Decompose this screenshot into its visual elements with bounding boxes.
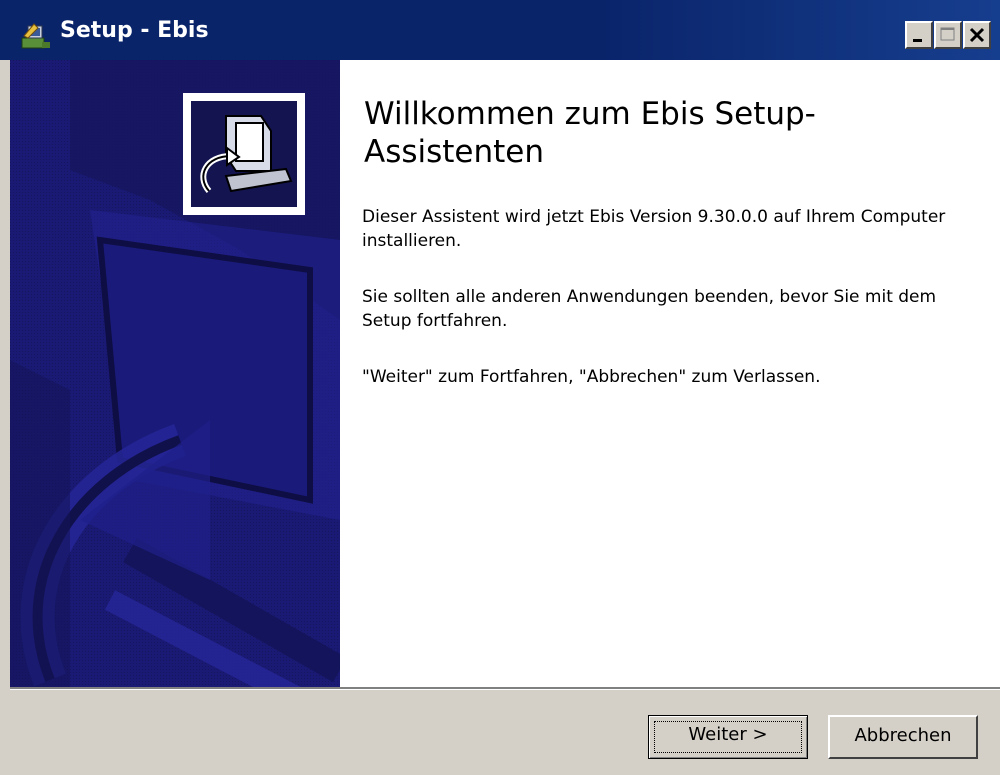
maximize-icon <box>940 27 955 41</box>
window-frame <box>0 60 10 775</box>
instructions-text: "Weiter" zum Fortfahren, "Abbrechen" zum… <box>362 367 821 387</box>
minimize-icon <box>913 39 922 42</box>
close-icon <box>969 27 985 43</box>
cancel-button-label: Abbrechen <box>854 725 952 746</box>
setup-installer-icon <box>21 23 50 49</box>
title-bar[interactable]: Setup - Ebis <box>0 0 1000 60</box>
close-apps-text: Sie sollten alle anderen Anwendungen bee… <box>362 287 937 331</box>
minimize-button[interactable] <box>905 21 933 49</box>
intro-text: Dieser Assistent wird jetzt Ebis Version… <box>362 207 946 251</box>
logo-frame <box>183 93 305 215</box>
wizard-side-image <box>10 60 340 687</box>
window-title: Setup - Ebis <box>60 18 209 43</box>
wizard-content: Willkommen zum Ebis Setup-Assistenten Di… <box>340 60 1000 687</box>
cancel-button[interactable]: Abbrechen <box>828 715 978 759</box>
maximize-button[interactable] <box>934 21 962 49</box>
next-button[interactable]: Weiter > <box>648 715 808 759</box>
setup-window: Setup - Ebis Willkommen zum Ebis Setup-A… <box>0 0 1000 775</box>
close-button[interactable] <box>963 21 991 49</box>
computer-install-icon <box>191 101 297 207</box>
next-button-label: Weiter > <box>688 724 768 745</box>
welcome-heading: Willkommen zum Ebis Setup-Assistenten <box>364 96 816 170</box>
